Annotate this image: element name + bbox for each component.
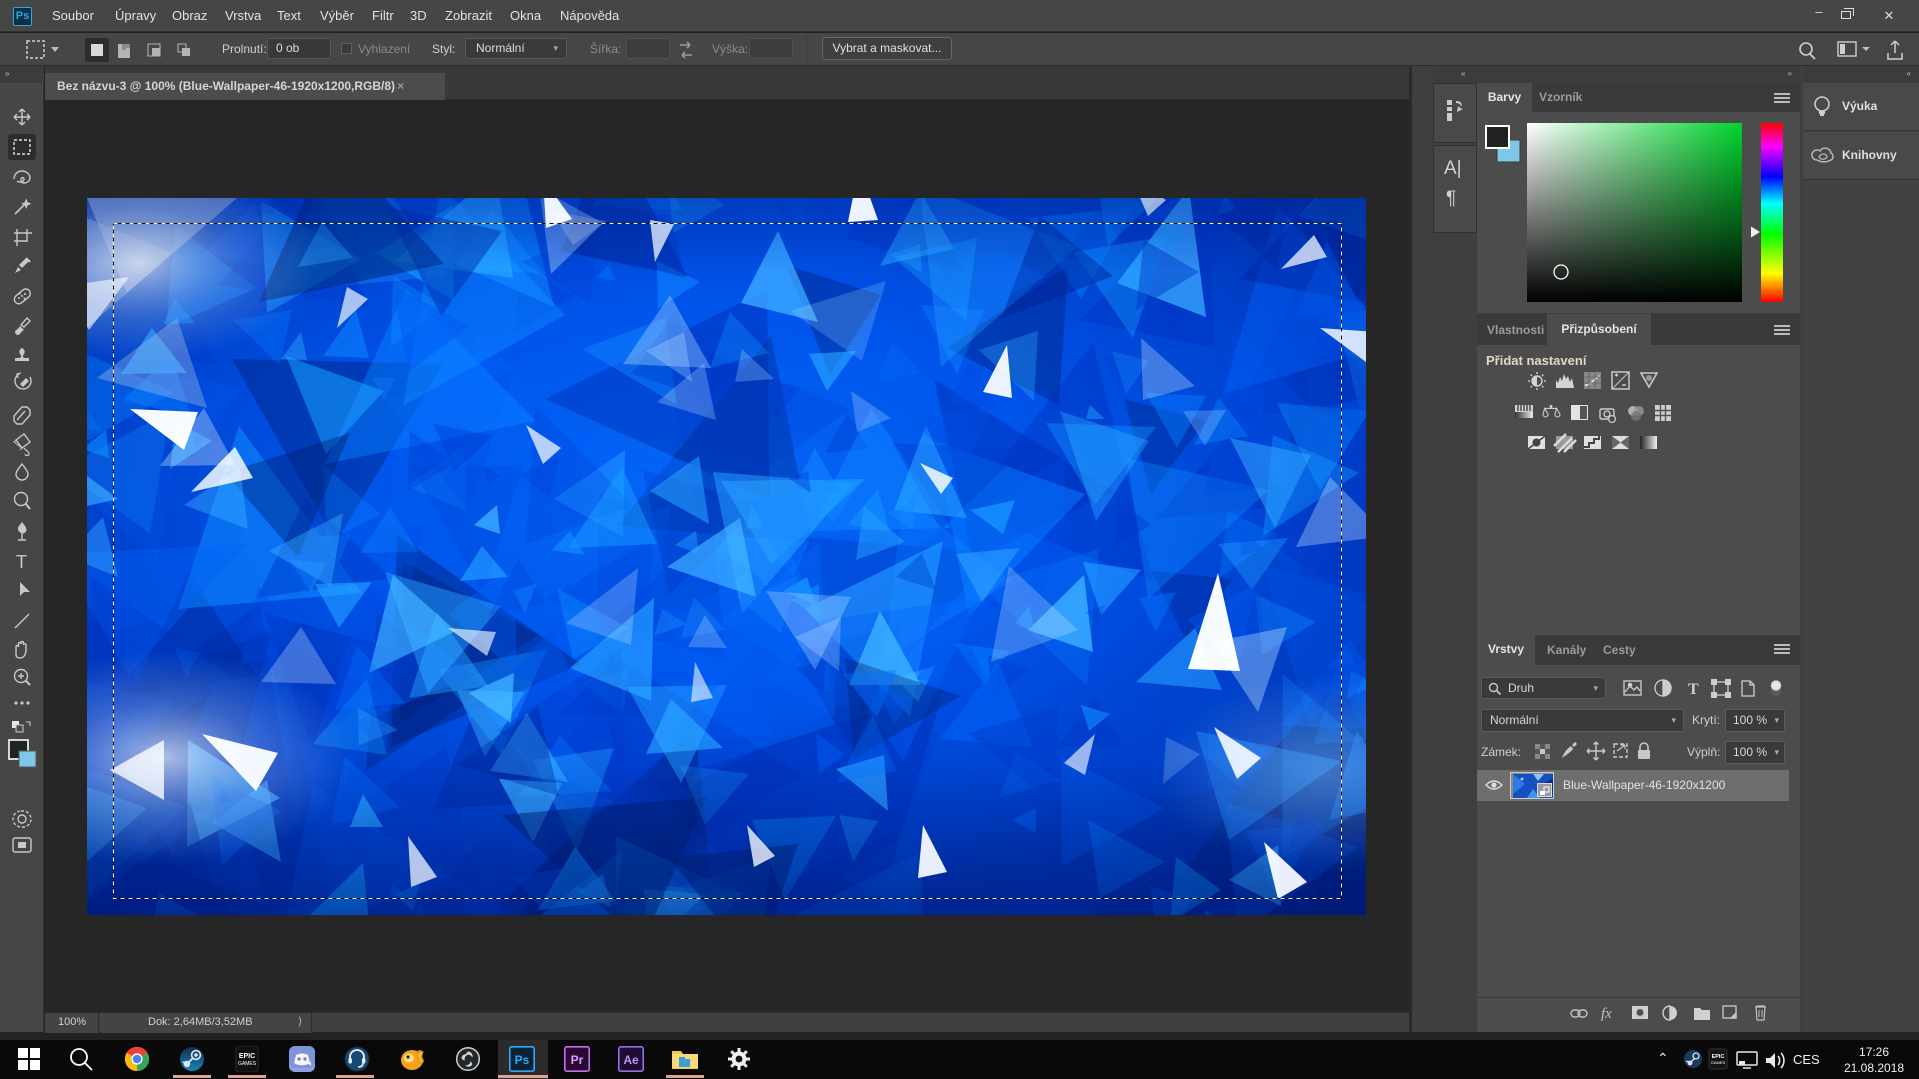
svg-text:T: T — [16, 552, 27, 572]
svg-text:GAMES: GAMES — [1711, 1060, 1726, 1065]
svg-text:Ps: Ps — [515, 1053, 530, 1067]
svg-text:T: T — [1688, 681, 1699, 698]
svg-text:Pr: Pr — [571, 1053, 584, 1067]
svg-text:fx: fx — [1601, 1006, 1612, 1022]
svg-text:Ae: Ae — [623, 1053, 639, 1067]
svg-text:EPIC: EPIC — [239, 1053, 255, 1060]
svg-text:GAMES: GAMES — [238, 1061, 257, 1067]
